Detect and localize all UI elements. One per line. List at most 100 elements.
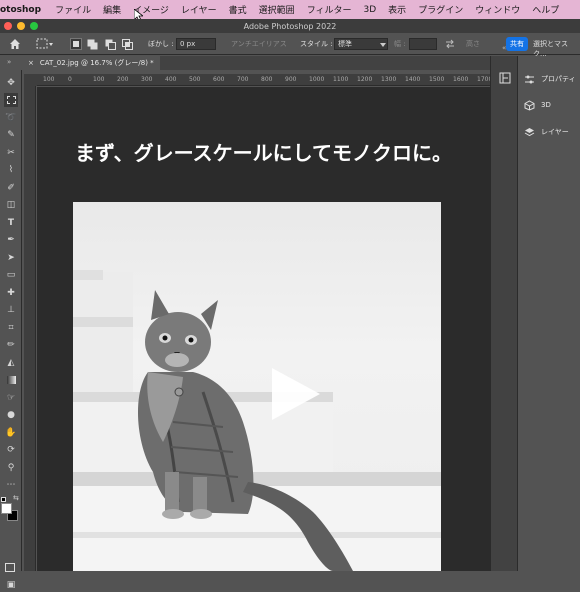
swap-colors-icon[interactable]: ⇆ (13, 494, 19, 502)
panel-properties[interactable]: プロパティ (524, 72, 576, 86)
tools-panel: » ✥ ➰ ✎ ✂ ⌇ ✐ ◫ T ✒ ➤ ▭ ✚ ⊥ ⌗ ✏ ◭ ☞ ● ✋ … (0, 58, 22, 590)
dodge-tool-icon[interactable]: ● (4, 408, 18, 422)
cat-photo (73, 202, 441, 571)
marquee-tool-preset-icon[interactable] (36, 38, 54, 50)
move-tool-icon[interactable]: ✥ (4, 76, 18, 90)
slice-tool-icon[interactable]: ⌗ (4, 321, 18, 335)
ruler-tick: 900 (285, 76, 297, 83)
swap-dimensions-icon[interactable] (445, 39, 455, 49)
layers-icon (524, 127, 535, 136)
pen-tool-icon[interactable]: ✒ (4, 233, 18, 247)
ruler-tick: 1300 (381, 76, 397, 83)
paint-bucket-tool-icon[interactable]: ◭ (4, 356, 18, 370)
height-label: 高さ (466, 40, 480, 48)
options-bar: ぼかし : 0 px アンチエイリアス スタイル : 標準 幅 : 高さ 共有 … (0, 33, 580, 58)
zoom-window-button[interactable] (30, 22, 38, 30)
gradient-tool-icon[interactable] (4, 373, 18, 387)
subtract-from-selection-icon[interactable] (105, 39, 116, 50)
ruler-tick: 400 (165, 76, 177, 83)
more-tools-icon[interactable]: ⋯ (4, 478, 18, 492)
ruler-tick: 600 (213, 76, 225, 83)
menu-plugins[interactable]: プラグイン (418, 3, 463, 16)
style-label: スタイル : (300, 40, 333, 48)
play-icon[interactable] (268, 366, 324, 422)
brush-tool-icon[interactable]: ✐ (4, 181, 18, 195)
crop-tool-icon[interactable]: ✂ (4, 146, 18, 160)
menu-type[interactable]: 書式 (229, 3, 247, 16)
clone-stamp-tool-icon[interactable]: ⊥ (4, 303, 18, 317)
horizontal-ruler[interactable]: 100 0 100 200 300 400 500 600 700 800 90… (37, 74, 492, 86)
smudge-tool-icon[interactable]: ☞ (4, 391, 18, 405)
menu-file[interactable]: ファイル (55, 3, 91, 16)
panel-3d[interactable]: 3D (524, 98, 551, 112)
ruler-tick: 100 (93, 76, 105, 83)
quick-selection-tool-icon[interactable]: ✎ (4, 128, 18, 142)
panels-column: プロパティ 3D レイヤー (517, 56, 580, 571)
properties-icon (525, 75, 534, 83)
menu-edit[interactable]: 編集 (103, 3, 121, 16)
ruler-tick: 0 (68, 76, 72, 83)
ruler-tick: 300 (141, 76, 153, 83)
marquee-tool-icon[interactable] (4, 93, 18, 107)
ruler-origin[interactable] (24, 74, 37, 86)
menu-window[interactable]: ウィンドウ (475, 3, 520, 16)
home-icon[interactable] (9, 38, 21, 50)
share-button[interactable]: 共有 (506, 37, 528, 51)
ruler-tick: 1100 (333, 76, 349, 83)
menu-view[interactable]: 表示 (388, 3, 406, 16)
path-selection-tool-icon[interactable]: ➤ (4, 251, 18, 265)
menu-select[interactable]: 選択範囲 (259, 3, 295, 16)
ruler-tick: 700 (237, 76, 249, 83)
type-tool-icon[interactable]: T (4, 216, 18, 230)
new-selection-button[interactable] (70, 38, 82, 50)
intersect-selection-icon[interactable] (122, 39, 133, 50)
app-menu[interactable]: otoshop (0, 5, 41, 15)
foreground-color-swatch[interactable] (1, 503, 12, 514)
width-input[interactable] (409, 38, 437, 50)
zoom-tool-icon[interactable]: ⚲ (4, 461, 18, 475)
cube-icon (524, 99, 535, 111)
feather-input[interactable]: 0 px (176, 38, 216, 50)
document-tab[interactable]: × CAT_02.jpg @ 16.7% (グレー/8) * (24, 56, 160, 70)
healing-brush-tool-icon[interactable]: ✚ (4, 286, 18, 300)
canvas-headline: まず、グレースケールにしてモノクロに。 (75, 141, 452, 165)
ruler-tick: 1600 (453, 76, 469, 83)
collapse-toolbar-icon[interactable]: » (7, 58, 11, 66)
panel-properties-label: プロパティ (541, 75, 576, 83)
hand-tool-icon[interactable]: ✋ (4, 426, 18, 440)
menu-layer[interactable]: レイヤー (181, 3, 217, 16)
quick-mask-icon[interactable] (3, 560, 17, 574)
vertical-ruler[interactable] (24, 86, 36, 571)
ruler-tick: 1000 (309, 76, 325, 83)
lasso-tool-icon[interactable]: ➰ (4, 111, 18, 125)
new-selection-icon (73, 41, 79, 47)
default-colors-icon[interactable] (1, 497, 6, 502)
ruler-tick: 1400 (405, 76, 421, 83)
ruler-tick: 100 (43, 76, 55, 83)
panel-layers[interactable]: レイヤー (524, 125, 569, 139)
menu-3d[interactable]: 3D (364, 5, 377, 15)
collapse-panels-icon[interactable]: « (502, 44, 506, 52)
document-tab-title: CAT_02.jpg @ 16.7% (グレー/8) * (39, 59, 154, 67)
rectangle-tool-icon[interactable]: ▭ (4, 268, 18, 282)
rotate-view-tool-icon[interactable]: ⟳ (4, 443, 18, 457)
window-title-bar: Adobe Photoshop 2022 (0, 19, 580, 33)
screen-mode-icon[interactable]: ▣ (4, 578, 18, 592)
history-brush-tool-icon[interactable]: ✏ (4, 338, 18, 352)
panel-3d-label: 3D (541, 101, 551, 109)
menu-help[interactable]: ヘルプ (532, 3, 559, 16)
close-window-button[interactable] (4, 22, 12, 30)
panel-layers-label: レイヤー (541, 128, 569, 136)
menu-bar: otoshop ファイル 編集 イメージ レイヤー 書式 選択範囲 フィルター … (0, 0, 580, 19)
chevron-down-icon (380, 43, 386, 47)
antialias-checkbox-label[interactable]: アンチエイリアス (231, 39, 287, 49)
ruler-tick: 800 (261, 76, 273, 83)
add-to-selection-icon[interactable] (87, 39, 98, 50)
eyedropper-tool-icon[interactable]: ⌇ (4, 163, 18, 177)
width-label: 幅 : (394, 40, 406, 48)
minimize-window-button[interactable] (17, 22, 25, 30)
close-tab-icon[interactable]: × (28, 59, 34, 67)
eraser-tool-icon[interactable]: ◫ (4, 198, 18, 212)
menu-filter[interactable]: フィルター (307, 3, 352, 16)
history-panel-icon[interactable] (499, 72, 511, 84)
